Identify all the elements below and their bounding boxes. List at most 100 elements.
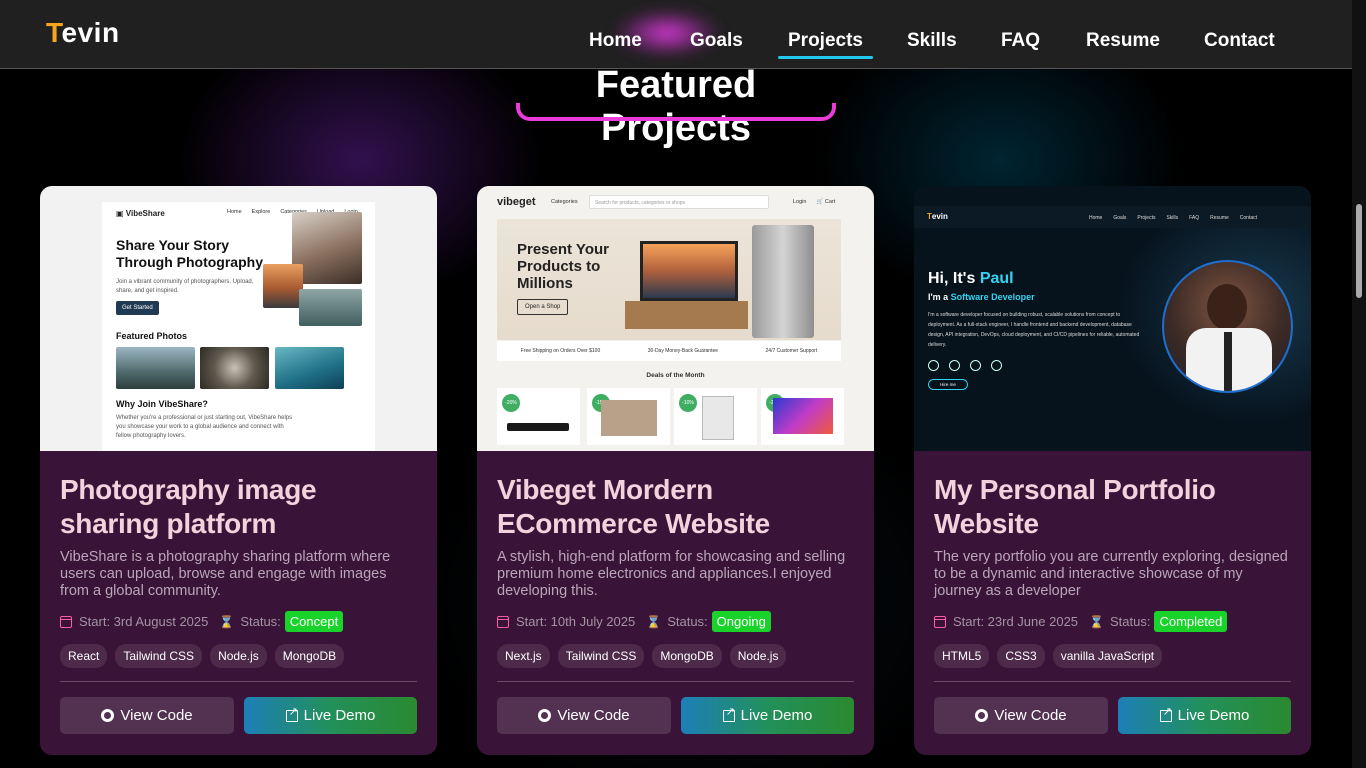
nav-projects[interactable]: Projects: [778, 30, 873, 59]
preview-role: I'm a Software Developer: [928, 292, 1035, 302]
nav-goals[interactable]: Goals: [690, 30, 743, 52]
social-icon: [991, 360, 1002, 371]
preview-page: ▣ VibeShare HomeExploreCategoriesUploadL…: [102, 202, 375, 451]
hourglass-icon: ⌛: [1089, 614, 1104, 629]
tech-tag: Node.js: [210, 644, 267, 668]
status-badge: Completed: [1154, 611, 1228, 632]
preview-avatar: [1162, 260, 1293, 393]
preview-subtitle: Join a vibrant community of photographer…: [116, 279, 254, 294]
project-card: Tevin Home Goals Projects Skills FAQ Resume Co…: [914, 186, 1311, 755]
project-title: Vibeget Mordern ECommerce Website: [497, 474, 770, 539]
tech-tag: Next.js: [497, 644, 550, 668]
github-icon: [975, 709, 989, 722]
nav-contact[interactable]: Contact: [1204, 30, 1275, 52]
hourglass-icon: ⌛: [219, 614, 235, 629]
fridge-image: [752, 225, 814, 338]
calendar-icon: [934, 615, 946, 628]
external-link-icon: [722, 705, 735, 722]
photo-lemur: [200, 347, 269, 389]
nav-home[interactable]: Home: [589, 30, 642, 52]
preview-greeting: Hi, It's Paul: [928, 270, 1014, 287]
preview-cta: Get Started: [116, 301, 159, 315]
start-date: Start: 3rd August 2025: [79, 614, 209, 629]
preview-brand: vibeget: [497, 196, 536, 208]
nav-resume[interactable]: Resume: [1086, 30, 1160, 52]
view-code-button[interactable]: View Code: [497, 697, 671, 734]
preview-account: Login 🛒 Cart: [793, 199, 836, 205]
status-label: Status:: [667, 614, 708, 629]
page-scrollbar[interactable]: [1352, 0, 1366, 768]
external-link-icon: [1159, 705, 1172, 722]
preview-cta: Open a Shop: [517, 299, 569, 315]
project-meta: Start: 23rd June 2025 ⌛ Status: Complete…: [934, 611, 1228, 632]
live-demo-button[interactable]: Live Demo: [244, 697, 417, 734]
preview-brand: ▣ VibeShare: [116, 209, 165, 218]
product-washer: -10%: [674, 388, 757, 445]
preview-hero: Share Your Story Through Photography: [116, 237, 263, 270]
calendar-icon: [60, 615, 72, 628]
title-underline: [516, 103, 836, 121]
tech-tag: Tailwind CSS: [115, 644, 203, 668]
project-title: My Personal Portfolio Website: [934, 474, 1216, 539]
photo-wave: [275, 347, 344, 389]
card-body: Photography image sharing platform VibeS…: [60, 473, 417, 600]
nav-faq[interactable]: FAQ: [1001, 30, 1040, 52]
social-icon: [970, 360, 981, 371]
card-body: Vibeget Mordern ECommerce Website A styl…: [497, 473, 854, 600]
live-demo-button[interactable]: Live Demo: [1118, 697, 1291, 734]
preview-hire-button: Hire me: [928, 379, 968, 390]
tech-tag: Tailwind CSS: [557, 644, 645, 668]
status-label: Status:: [1109, 614, 1151, 629]
tech-tags: React Tailwind CSS Node.js MongoDB: [60, 644, 345, 668]
start-date: Start: 10th July 2025: [516, 614, 636, 629]
preview-deals: Deals of the Month: [646, 372, 705, 379]
card-divider: [497, 681, 854, 682]
calendar-icon: [497, 615, 509, 628]
tech-tags: Next.js Tailwind CSS MongoDB Node.js: [497, 644, 787, 668]
view-code-button[interactable]: View Code: [60, 697, 234, 734]
social-icon: [928, 360, 939, 371]
project-screenshot: vibeget Categories Search for products, …: [477, 186, 874, 451]
tech-tag: vanilla JavaScript: [1052, 644, 1163, 668]
site-header: Tevin Home Goals Projects Skills FAQ Res…: [0, 0, 1352, 69]
github-icon: [101, 709, 115, 722]
view-code-button[interactable]: View Code: [934, 697, 1108, 734]
social-icon: [949, 360, 960, 371]
nav-skills[interactable]: Skills: [907, 30, 957, 52]
project-card: ▣ VibeShare HomeExploreCategoriesUploadL…: [40, 186, 437, 755]
product-tv: -20%: [761, 388, 844, 445]
project-screenshot: ▣ VibeShare HomeExploreCategoriesUploadL…: [40, 186, 437, 451]
preview-banner: Present Your Products to Millions Open a…: [497, 219, 841, 340]
photo-sunset: [263, 264, 303, 308]
tv-stand-image: [625, 301, 748, 329]
status-badge: Ongoing: [711, 611, 771, 632]
card-body: My Personal Portfolio Website The very p…: [934, 473, 1291, 600]
preview-why-text: Whether you're a professional or just st…: [116, 415, 293, 439]
tech-tag: MongoDB: [274, 644, 345, 668]
scrollbar-thumb[interactable]: [1356, 204, 1362, 298]
preview-why: Why Join VibeShare?: [116, 399, 208, 409]
start-date: Start: 23rd June 2025: [953, 614, 1079, 629]
project-meta: Start: 3rd August 2025 ⌛ Status: Concept: [60, 611, 344, 632]
project-screenshot: Tevin Home Goals Projects Skills FAQ Resume Co…: [914, 186, 1311, 451]
preview-hero: Present Your Products to Millions: [517, 241, 609, 292]
tech-tag: MongoDB: [652, 644, 722, 668]
preview-features: Free Shipping on Orders Over $100 30-Day …: [497, 341, 841, 361]
tech-tag: HTML5: [934, 644, 990, 668]
status-badge: Concept: [284, 611, 344, 632]
project-meta: Start: 10th July 2025 ⌛ Status: Ongoing: [497, 611, 771, 632]
tech-tags: HTML5 CSS3 vanilla JavaScript: [934, 644, 1163, 668]
card-divider: [934, 681, 1291, 682]
photo-lake: [116, 347, 195, 389]
product-rug: -15%: [587, 388, 670, 445]
project-description: The very portfolio you are currently exp…: [934, 549, 1288, 599]
project-card: vibeget Categories Search for products, …: [477, 186, 874, 755]
photo-misty: [299, 289, 362, 326]
product-soundbar: -20%: [497, 388, 580, 445]
live-demo-button[interactable]: Live Demo: [681, 697, 854, 734]
card-divider: [60, 681, 417, 682]
preview-featured: Featured Photos: [116, 331, 188, 341]
project-title: Photography image sharing platform: [60, 474, 317, 539]
tech-tag: React: [60, 644, 108, 668]
site-logo[interactable]: Tevin: [46, 17, 120, 49]
